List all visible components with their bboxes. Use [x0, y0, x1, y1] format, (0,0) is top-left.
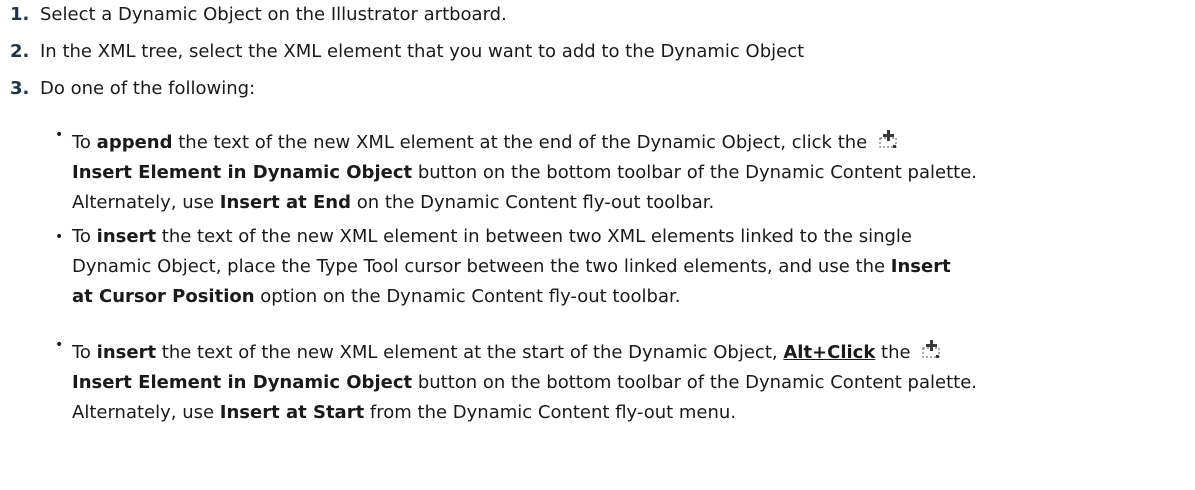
- option-line: To append the text of the new XML elemen…: [72, 128, 1182, 158]
- step-number: 1.: [10, 4, 30, 25]
- option-line: Alternately, use Insert at Start from th…: [72, 402, 737, 423]
- bullet: •: [55, 127, 64, 143]
- option-line: Dynamic Object, place the Type Tool curs…: [72, 256, 951, 277]
- option-line: Insert Element in Dynamic Object button …: [72, 162, 977, 183]
- insert-element-icon: [877, 128, 899, 150]
- instructions-document: 1. Select a Dynamic Object on the Illust…: [0, 0, 1195, 490]
- bullet: •: [55, 229, 64, 245]
- bullet: •: [55, 337, 64, 353]
- step-number: 3.: [10, 78, 30, 99]
- option-line: Alternately, use Insert at End on the Dy…: [72, 192, 715, 213]
- option-line: To insert the text of the new XML elemen…: [72, 338, 1182, 368]
- option-line: at Cursor Position option on the Dynamic…: [72, 286, 681, 307]
- alt-click-label: Alt+Click: [783, 342, 876, 363]
- step-text: Do one of the following:: [40, 78, 256, 99]
- step-text: In the XML tree, select the XML element …: [40, 41, 805, 62]
- step-text: Select a Dynamic Object on the Illustrat…: [40, 4, 507, 25]
- option-line: To insert the text of the new XML elemen…: [72, 226, 913, 247]
- insert-element-icon: [920, 338, 942, 360]
- option-line: Insert Element in Dynamic Object button …: [72, 372, 977, 393]
- step-number: 2.: [10, 41, 30, 62]
